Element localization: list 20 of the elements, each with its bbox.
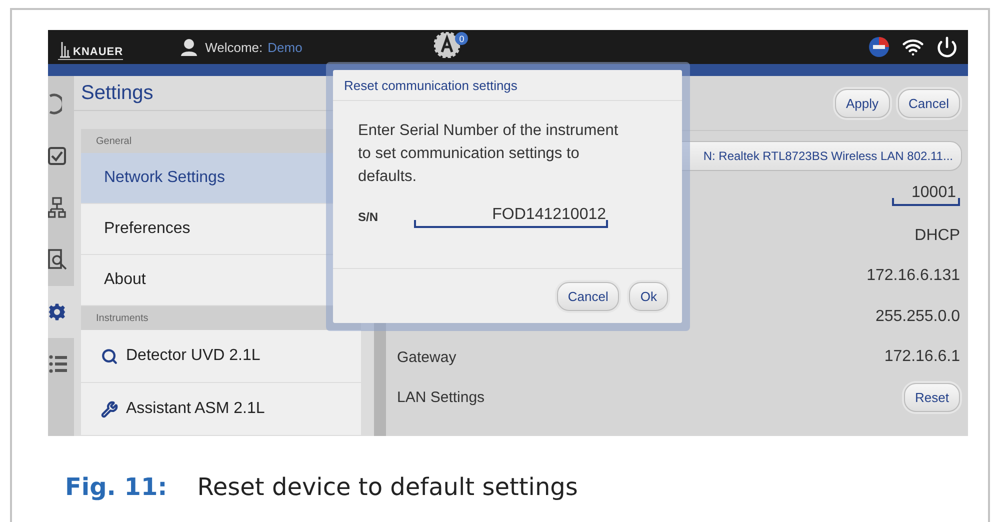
setting-value: 172.16.6.131: [866, 267, 960, 286]
welcome-label: Welcome:: [205, 40, 263, 54]
list-item-label: Assistant ASM 2.1L: [126, 400, 265, 418]
dialog-title: Reset communication settings: [333, 70, 682, 101]
field-label: S/N: [358, 210, 378, 224]
list-item-label: Network Settings: [104, 169, 225, 187]
setting-label: LAN Settings: [397, 389, 485, 406]
list-item-label: Preferences: [104, 220, 190, 238]
setting-value: DHCP: [914, 226, 960, 245]
notification-count: 0: [455, 32, 468, 45]
list-item-label: Detector UVD 2.1L: [126, 347, 260, 365]
section-heading: Instruments: [81, 306, 361, 330]
list-item-label: About: [104, 271, 146, 289]
user-name: Demo: [268, 40, 302, 54]
figure-caption: Reset device to default settings: [197, 473, 578, 501]
setting-value: 172.16.6.1: [884, 348, 960, 366]
setting-label: Gateway: [397, 348, 456, 366]
logo: KNAUER: [58, 34, 124, 60]
figure-number: Fig. 11:: [65, 473, 168, 501]
setting-value: 255.255.0.0: [875, 308, 960, 326]
